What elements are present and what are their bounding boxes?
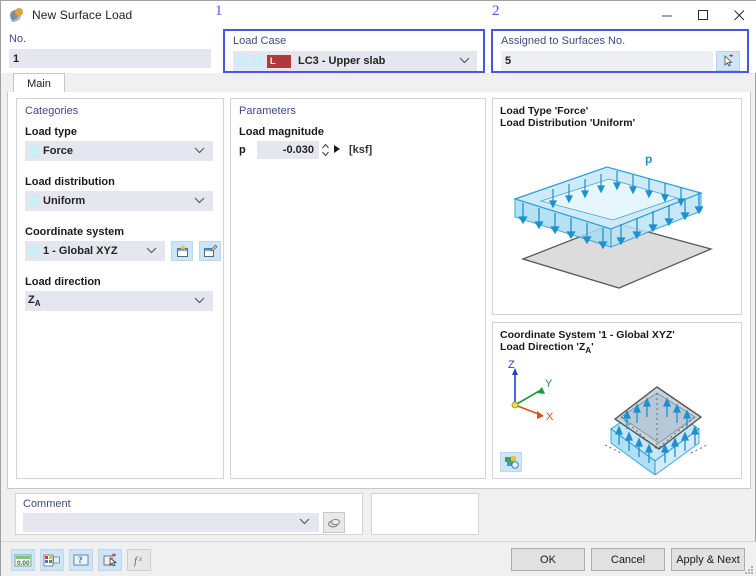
svg-text:x: x (138, 555, 143, 563)
color-swatch-icon (251, 55, 263, 67)
units-decimal-places-icon[interactable]: 0.00 (11, 549, 35, 571)
chevron-down-icon[interactable] (459, 57, 470, 66)
load-magnitude-label: Load magnitude (239, 126, 324, 138)
color-swatch-icon (28, 245, 40, 257)
load-magnitude-symbol: p (239, 144, 246, 156)
dialog-body: Categories Load type Force Load distribu… (7, 92, 751, 489)
surface-load-diagram: p (513, 152, 713, 289)
load-magnitude-unit: [ksf] (349, 144, 373, 156)
parameters-heading: Parameters (239, 105, 296, 117)
load-magnitude-input[interactable]: -0.030 (257, 141, 319, 159)
help-icon[interactable]: ? (69, 549, 93, 571)
close-icon[interactable] (721, 1, 756, 29)
annotation-number-2: 2 (492, 3, 500, 19)
comment-library-icon[interactable] (323, 512, 345, 533)
chevron-down-icon[interactable] (194, 147, 205, 156)
assigned-surfaces-label: Assigned to Surfaces No. (501, 35, 626, 47)
new-surface-load-dialog: New Surface Load 1 2 No. 1 Load Case L L… (0, 0, 756, 576)
color-swatch-icon (28, 145, 40, 157)
load-case-combobox[interactable]: L LC3 - Upper slab (233, 51, 477, 71)
comment-panel: Comment (15, 493, 363, 535)
pick-object-icon[interactable] (98, 549, 122, 571)
comment-row (23, 512, 362, 533)
assigned-surfaces-input[interactable]: 5 (501, 51, 713, 71)
chevron-down-icon[interactable] (146, 247, 157, 256)
preview-direction-panel: Coordinate System '1 - Global XYZ' Load … (492, 322, 742, 479)
display-properties-icon[interactable] (40, 549, 64, 571)
preview-direction-caption: Coordinate System '1 - Global XYZ' Load … (500, 329, 675, 356)
load-type-select[interactable]: Force (25, 141, 213, 161)
svg-text:X: X (546, 411, 554, 423)
chevron-down-icon[interactable] (299, 518, 310, 527)
preview-load-type-caption: Load Type 'Force' Load Distribution 'Uni… (500, 105, 636, 129)
title-bar: New Surface Load (1, 1, 756, 29)
svg-text:Z: Z (508, 359, 515, 371)
load-case-label: Load Case (233, 35, 287, 47)
categories-heading: Categories (25, 105, 79, 117)
parameters-panel: Parameters Load magnitude p -0.030 [ksf] (230, 98, 486, 479)
load-type-label: Load type (25, 126, 77, 138)
svg-text:0.00: 0.00 (17, 560, 30, 567)
load-direction-label: Load direction (25, 276, 101, 288)
tab-strip: Main (7, 73, 751, 93)
maximize-icon[interactable] (685, 1, 721, 29)
load-magnitude-row: p -0.030 [ksf] (239, 141, 485, 159)
load-case-field-group: Load Case L LC3 - Upper slab (223, 29, 485, 73)
coordinate-system-select[interactable]: 1 - Global XYZ (25, 241, 165, 261)
edit-coordinate-system-icon[interactable] (199, 241, 221, 261)
load-distribution-select[interactable]: Uniform (25, 191, 213, 211)
load-case-value: LC3 - Upper slab (298, 55, 386, 67)
comment-spacer-panel (371, 493, 479, 535)
tab-main[interactable]: Main (13, 73, 65, 93)
top-fields-row: No. 1 Load Case L LC3 - Upper slab Assig… (1, 29, 756, 73)
load-direction-select[interactable]: ZA (25, 291, 213, 311)
no-input[interactable]: 1 (9, 49, 211, 68)
color-swatch-icon (28, 195, 40, 207)
preview-load-type-panel: Load Type 'Force' Load Distribution 'Uni… (492, 98, 742, 315)
footer-tool-group: 0.00 ? f x (11, 549, 151, 571)
cancel-button[interactable]: Cancel (591, 548, 665, 571)
resize-grip[interactable] (744, 565, 754, 575)
coordinate-system-value: 1 - Global XYZ (43, 245, 118, 257)
annotation-number-1: 1 (215, 3, 223, 19)
load-distribution-value: Uniform (43, 195, 86, 207)
pick-surfaces-icon[interactable] (716, 51, 740, 71)
preview-settings-icon[interactable] (500, 452, 522, 472)
preview-load-label: p (645, 152, 652, 166)
no-field-group: No. 1 (1, 29, 217, 73)
chevron-down-icon[interactable] (194, 197, 205, 206)
axis-triad: Z Y X (508, 359, 554, 423)
direction-diagram: Z Y X (508, 359, 708, 476)
svg-text:Y: Y (545, 378, 553, 390)
new-coordinate-system-icon[interactable] (171, 241, 193, 261)
coordinate-system-row: 1 - Global XYZ (25, 241, 223, 261)
surface-load-icon (8, 7, 25, 23)
footer-button-group: OK Cancel Apply & Next (511, 548, 745, 571)
window-title: New Surface Load (32, 8, 133, 22)
formula-icon[interactable]: f x (127, 549, 151, 571)
window-controls (649, 1, 756, 29)
no-label: No. (9, 33, 27, 45)
apply-and-next-button[interactable]: Apply & Next (671, 548, 745, 571)
coordinate-system-label: Coordinate system (25, 226, 125, 238)
load-type-value: Force (43, 145, 73, 157)
color-swatch-icon (236, 55, 248, 67)
categories-panel: Categories Load type Force Load distribu… (16, 98, 224, 479)
comment-input[interactable] (23, 513, 319, 532)
load-distribution-label: Load distribution (25, 176, 115, 188)
assigned-surfaces-field-group: Assigned to Surfaces No. 5 (491, 29, 749, 73)
spinner-icon[interactable] (320, 141, 331, 159)
load-direction-value: ZA (28, 293, 41, 309)
minimize-icon[interactable] (649, 1, 685, 29)
load-case-badge: L (267, 54, 291, 68)
comment-label: Comment (23, 498, 71, 510)
svg-text:?: ? (78, 555, 83, 565)
play-arrow-icon[interactable] (333, 144, 341, 156)
footer-bar: 0.00 ? f x OK Cancel Apply & Next (1, 541, 756, 576)
chevron-down-icon[interactable] (194, 297, 205, 306)
ok-button[interactable]: OK (511, 548, 585, 571)
